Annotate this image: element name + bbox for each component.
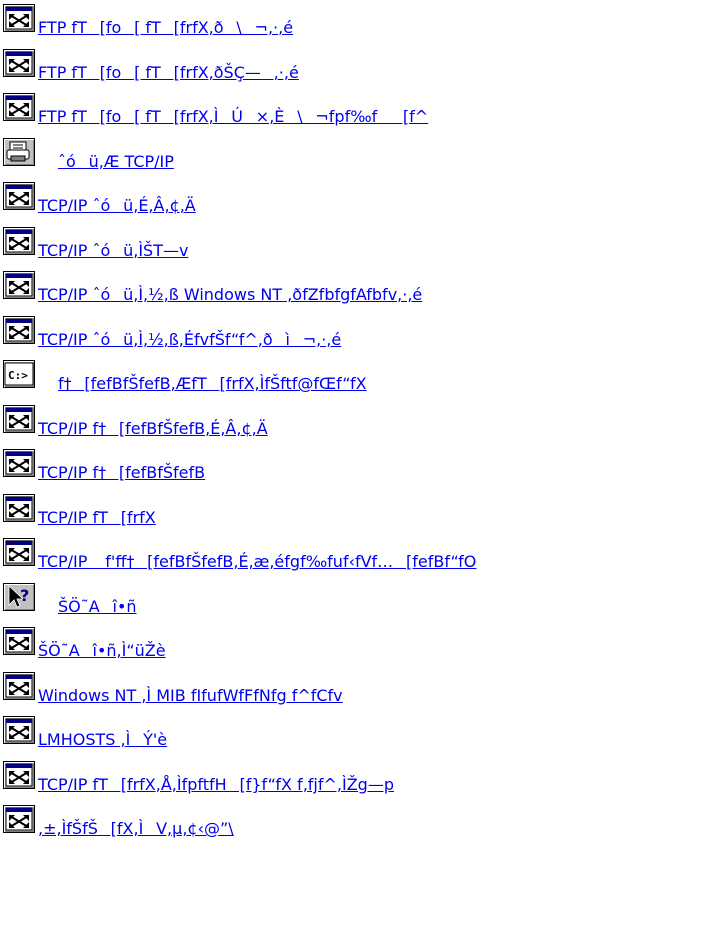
topic-link[interactable]: TCP/IP f'ff†[fefBfŠfefB,É,æ,éfgf‰fuf‹f… (38, 552, 476, 572)
topic-link[interactable]: LMHOSTS ,ÌÝ'è (38, 730, 167, 750)
topic-row[interactable]: LMHOSTS ,ÌÝ'è (0, 712, 708, 756)
topic-link[interactable]: TCP/IP f†[fefBfŠfefB (38, 463, 205, 483)
topic-link[interactable]: TCP/IP fT[frfX (38, 508, 156, 528)
window-icon[interactable] (3, 49, 35, 77)
topic-link[interactable]: TCP/IP ˆóü,ÌŠT—v (38, 241, 188, 261)
topic-link[interactable]: FTP fT[fo[ fT[frfX,ð\¬,·,é (38, 18, 293, 38)
topic-row[interactable]: FTP fT[fo[ fT[frfX,ðŠÇ—,·,é (0, 45, 708, 89)
topic-row[interactable]: TCP/IP ˆóü,ÌŠT—v (0, 223, 708, 267)
topic-link[interactable]: FTP fT[fo[ fT[frfX,ÌÚ×,È\¬fpf‰f… (38, 107, 428, 127)
topic-row[interactable]: ,±,ÌfŠfŠ[fX,ÌV,µ,¢‹@”\ (0, 801, 708, 845)
window-icon[interactable] (3, 405, 35, 433)
topic-link[interactable]: TCP/IP ˆóü,Ì,½,ß,ÉfvfŠf“f^,ðì¬,·,é (38, 330, 341, 350)
help-pointer-icon[interactable]: ? (3, 583, 35, 611)
command-prompt-icon[interactable]: C:> (3, 360, 35, 388)
topic-row[interactable]: TCP/IP f†[fefBfŠfefB (0, 445, 708, 489)
window-icon[interactable] (3, 716, 35, 744)
topic-row[interactable]: TCP/IP fT[frfX (0, 490, 708, 534)
window-icon[interactable] (3, 182, 35, 210)
window-icon[interactable] (3, 316, 35, 344)
topic-row[interactable]: ? ŠÖ˜Aî•ñ (0, 579, 708, 623)
window-icon[interactable] (3, 227, 35, 255)
window-icon[interactable] (3, 449, 35, 477)
window-icon[interactable] (3, 4, 35, 32)
topic-link[interactable]: ŠÖ˜Aî•ñ,Ì“üŽè (38, 641, 166, 661)
window-icon[interactable] (3, 494, 35, 522)
topic-row[interactable]: ˆóü,Æ TCP/IP (0, 134, 708, 178)
topic-link[interactable]: ,±,ÌfŠfŠ[fX,ÌV,µ,¢‹@”\ (38, 819, 234, 839)
topic-link[interactable]: TCP/IP ˆóü,Ì,½,ß Windows NT ,ðfZfbfgfAf… (38, 285, 422, 305)
window-icon[interactable] (3, 761, 35, 789)
topic-row[interactable]: TCP/IP ˆóü,Ì,½,ß,ÉfvfŠf“f^,ðì¬,·,é (0, 312, 708, 356)
topic-link[interactable]: TCP/IP ˆóü,É,Â,¢,Ä (38, 196, 196, 216)
window-icon[interactable] (3, 538, 35, 566)
window-icon[interactable] (3, 627, 35, 655)
topic-link[interactable]: FTP fT[fo[ fT[frfX,ðŠÇ—,·,é (38, 63, 299, 83)
topic-link[interactable]: f†[fefBfŠfefB,ÆfT[frfX,ÌfŠftf@fŒf“fX (38, 374, 367, 394)
topic-row[interactable]: TCP/IP ˆóü,Ì,½,ß Windows NT ,ðfZfbfgfAf… (0, 267, 708, 311)
svg-text:?: ? (20, 586, 29, 605)
window-icon[interactable] (3, 672, 35, 700)
topic-row[interactable]: TCP/IP fT[frfX,Å,ÌfpftfH[f}f“fX f‚fjf^… (0, 757, 708, 801)
topic-link[interactable]: ˆóü,Æ TCP/IP (38, 152, 174, 172)
topic-row[interactable]: ŠÖ˜Aî•ñ,Ì“üŽè (0, 623, 708, 667)
window-icon[interactable] (3, 93, 35, 121)
topic-row[interactable]: TCP/IP f†[fefBfŠfefB,É,Â,¢,Ä (0, 401, 708, 445)
topic-row[interactable]: FTP fT[fo[ fT[frfX,ð\¬,·,é (0, 0, 708, 44)
topic-row[interactable]: FTP fT[fo[ fT[frfX,ÌÚ×,È\¬fpf‰f… (0, 89, 708, 133)
topic-row[interactable]: TCP/IP ˆóü,É,Â,¢,Ä (0, 178, 708, 222)
topic-row[interactable]: Windows NT ,Ì MIB fIfufWfFfNfg f^fCfv (0, 668, 708, 712)
topic-link[interactable]: TCP/IP f†[fefBfŠfefB,É,Â,¢,Ä (38, 419, 268, 439)
topic-link[interactable]: ŠÖ˜Aî•ñ (38, 597, 137, 617)
window-icon[interactable] (3, 805, 35, 833)
window-icon[interactable] (3, 271, 35, 299)
topic-link[interactable]: TCP/IP fT[frfX,Å,ÌfpftfH[f}f“fX f‚fjf^… (38, 775, 394, 795)
svg-text:C:>: C:> (8, 369, 28, 382)
printer-icon[interactable] (3, 138, 35, 166)
topic-row[interactable]: C:> f†[fefBfŠfefB,ÆfT[frfX,ÌfŠftf@fŒf“f… (0, 356, 708, 400)
topic-row[interactable]: TCP/IP f'ff†[fefBfŠfefB,É,æ,éfgf‰fuf‹f… (0, 534, 708, 578)
topic-link[interactable]: Windows NT ,Ì MIB fIfufWfFfNfg f^fCfv (38, 686, 343, 706)
